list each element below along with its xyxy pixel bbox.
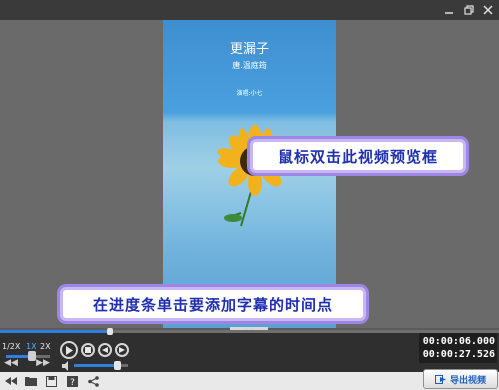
share-icon[interactable] [86,374,100,388]
stop-icon [85,347,91,353]
video-author: 唐.温庭筠 [232,61,267,70]
play-button[interactable] [60,341,78,359]
sunflower-image [217,125,293,227]
volume-icon[interactable] [62,361,72,371]
volume-fill [74,364,118,367]
speed-double[interactable]: 2X [40,340,51,352]
next-frame-button[interactable] [115,343,129,357]
save-icon[interactable] [44,374,58,388]
video-title: 更漏子 [229,42,269,57]
restore-icon[interactable] [461,0,477,20]
progress-fill [0,330,110,333]
close-icon[interactable] [480,0,496,20]
speed-half[interactable]: 1/2X [2,340,20,352]
export-video-label: 导出视频 [449,375,486,386]
previous-frame-button[interactable] [98,343,112,357]
time-display: 00:00:06.000 00:00:27.526 [419,333,497,363]
rewind-icon[interactable] [4,374,18,388]
progress-hint-callout: 在进度条单击要添加字幕的时间点 [60,287,366,321]
playback-controls: 1/2X 1X 2X ◀◀ ▶▶ 00:00:06.000 00:00:27.5… [0,328,499,372]
step-forward-icon[interactable]: ▶▶ [36,357,50,369]
video-preview-area[interactable]: 更漏子 唐.温庭筠 演唱:小七 鼠标双击此视频预览框 在进度条单击要添加字幕的时… [0,20,499,328]
svg-text:?: ? [70,378,75,387]
total-time: 00:00:27.526 [422,349,495,360]
play-icon [66,345,73,355]
previous-icon [102,347,108,353]
current-time: 00:00:06.000 [422,336,495,347]
help-icon[interactable]: ? [65,374,79,388]
minimize-icon[interactable] [441,0,457,20]
video-frame[interactable]: 更漏子 唐.温庭筠 演唱:小七 [163,20,336,328]
stop-button[interactable] [81,343,95,357]
volume-slider[interactable] [74,361,128,370]
progress-handle[interactable] [106,328,113,335]
export-video-button[interactable]: 导出视频 [423,369,498,389]
preview-hint-callout: 鼠标双击此视频预览框 [250,139,466,173]
export-icon [434,374,446,384]
title-bar [0,0,499,20]
video-singer: 演唱:小七 [236,90,263,97]
next-icon [119,347,125,353]
folder-icon[interactable] [24,374,38,388]
step-back-icon[interactable]: ◀◀ [4,357,18,369]
volume-handle[interactable] [114,361,122,370]
